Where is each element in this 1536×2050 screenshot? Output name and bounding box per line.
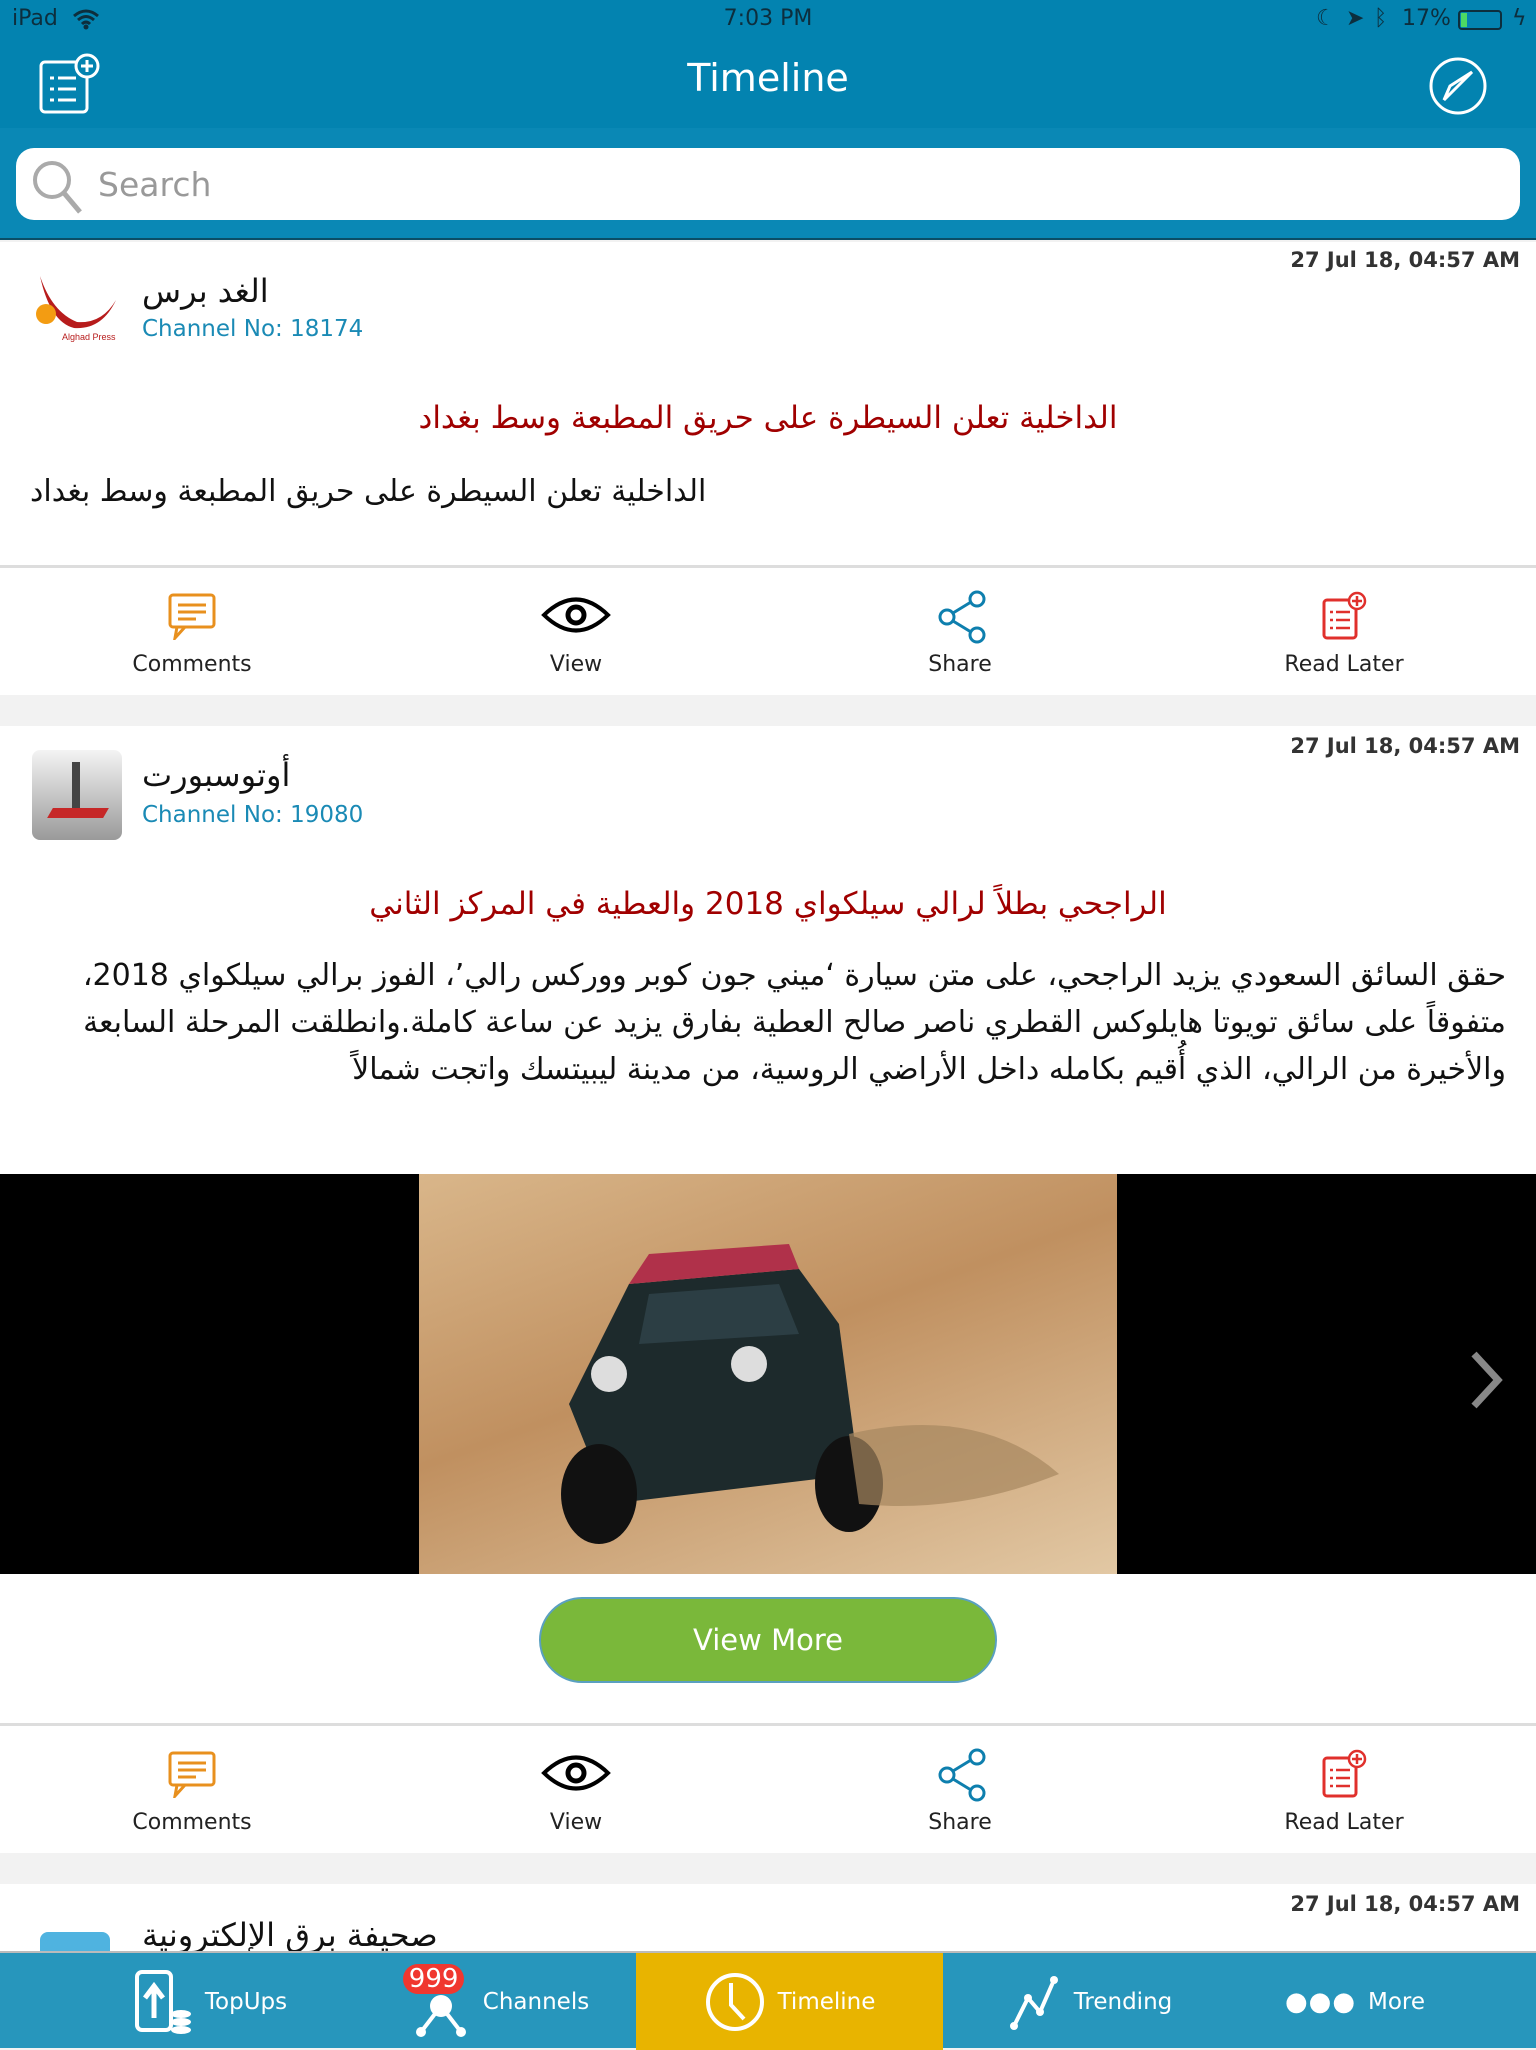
post-card[interactable]: 27 Jul 18, 04:57 AM Alghad Press الغد بر… <box>0 242 1536 565</box>
read-later-icon <box>1322 591 1367 640</box>
post-timestamp: 27 Jul 18, 04:57 AM <box>1290 734 1520 758</box>
chevron-right-icon[interactable] <box>1466 1350 1506 1410</box>
rally-car-image <box>561 1244 1059 1544</box>
eye-icon <box>541 597 611 633</box>
search-placeholder: Search <box>98 164 212 204</box>
post-timestamp: 27 Jul 18, 04:57 AM <box>1290 1892 1520 1916</box>
view-more-button[interactable]: View More <box>539 1597 997 1683</box>
channels-badge: 999 <box>402 1963 465 1994</box>
read-later-button[interactable]: Read Later <box>1152 1726 1536 1856</box>
tab-timeline[interactable]: Timeline <box>636 1953 943 2050</box>
battery-icon <box>1458 10 1502 30</box>
location-icon: ➤ <box>1346 6 1365 31</box>
comments-button[interactable]: Comments <box>0 1726 384 1856</box>
tab-trending[interactable]: Trending <box>990 1953 1190 2050</box>
post-actions: Comments View Share Read Later <box>0 1723 1536 1853</box>
tab-topups[interactable]: TopUps <box>100 1953 320 2050</box>
read-later-label: Read Later <box>1284 652 1404 677</box>
post-body-text: الداخلية تعلن السيطرة على حريق المطبعة و… <box>30 474 707 509</box>
clock-icon <box>705 1972 764 2031</box>
channel-number: Channel No: 19080 <box>142 802 364 828</box>
nav-bar: iPad 7:03 PM ☾ ➤ ᛒ 17% ϟ Timeline <box>0 0 1536 128</box>
share-label: Share <box>928 652 992 677</box>
view-label: View <box>549 652 603 677</box>
channel-logo[interactable] <box>32 750 122 840</box>
post-image[interactable] <box>419 1174 1117 1574</box>
post-body: الداخلية تعلن السيطرة على حريق المطبعة و… <box>30 468 1536 515</box>
moon-icon: ☾ <box>1316 6 1336 31</box>
read-later-icon <box>1322 1749 1367 1798</box>
read-later-button[interactable]: Read Later <box>1152 568 1536 698</box>
view-label: View <box>549 1810 603 1835</box>
read-later-label: Read Later <box>1284 1810 1404 1835</box>
topups-icon <box>134 1969 191 2034</box>
tab-bar: TopUps 999 Channels Timeline Trending ●●… <box>0 1951 1536 2050</box>
share-icon <box>938 1748 986 1802</box>
share-label: Share <box>928 1810 992 1835</box>
comments-button[interactable]: Comments <box>0 568 384 698</box>
channel-number: Channel No: 18174 <box>142 316 364 342</box>
clock: 7:03 PM <box>723 6 813 31</box>
eye-icon <box>541 1755 611 1791</box>
channel-name[interactable]: صحيفة برق الإلكترونية <box>142 1916 438 1954</box>
share-icon <box>938 590 986 644</box>
post-card[interactable]: 27 Jul 18, 04:57 AM أوتوسبورت Channel No… <box>0 726 1536 1723</box>
tab-label: More <box>1368 1988 1426 2015</box>
comments-icon <box>168 593 216 640</box>
post-timestamp: 27 Jul 18, 04:57 AM <box>1290 248 1520 272</box>
post-body: حقق السائق السعودي يزيد الراجحي، على متن… <box>82 958 1506 1087</box>
image-carousel[interactable] <box>0 1174 1536 1574</box>
view-button[interactable]: View <box>384 1726 768 1856</box>
tab-label: Channels <box>482 1988 590 2015</box>
tab-channels[interactable]: 999 Channels <box>400 1953 600 2050</box>
page-title: Timeline <box>687 56 849 100</box>
svg-text:Alghad Press: Alghad Press <box>62 332 116 342</box>
more-dots-icon: ●●● <box>1284 1986 1357 2017</box>
tab-label: TopUps <box>204 1988 288 2015</box>
channels-icon: 999 <box>402 1962 471 2042</box>
tab-more[interactable]: ●●● More <box>1270 1953 1440 2050</box>
comments-label: Comments <box>132 1810 252 1835</box>
post-title[interactable]: الداخلية تعلن السيطرة على حريق المطبعة و… <box>0 400 1536 436</box>
search-icon <box>33 161 82 214</box>
charging-icon: ϟ <box>1512 6 1527 31</box>
channel-name[interactable]: الغد برس <box>142 272 269 310</box>
channel-name[interactable]: أوتوسبورت <box>142 756 290 794</box>
search-bar: Search <box>0 128 1536 240</box>
battery-percent: 17% <box>1402 6 1451 31</box>
comments-label: Comments <box>132 652 252 677</box>
comments-icon <box>168 1751 216 1798</box>
trending-icon <box>1009 1975 1058 2030</box>
share-button[interactable]: Share <box>768 1726 1152 1856</box>
tab-label: Timeline <box>777 1988 876 2015</box>
channel-logo[interactable]: Alghad Press <box>32 272 122 342</box>
share-button[interactable]: Share <box>768 568 1152 698</box>
post-card[interactable]: 27 Jul 18, 04:57 AM صحيفة برق الإلكتروني… <box>0 1884 1536 1954</box>
tab-label: Trending <box>1073 1988 1173 2015</box>
view-button[interactable]: View <box>384 568 768 698</box>
search-input[interactable]: Search <box>16 148 1520 220</box>
post-actions: Comments View Share Read Later <box>0 565 1536 695</box>
post-title[interactable]: الراجحي بطلاً لرالي سيلكواي 2018 والعطية… <box>0 886 1536 922</box>
bluetooth-icon: ᛒ <box>1374 6 1388 31</box>
compass-icon[interactable] <box>1428 56 1488 116</box>
